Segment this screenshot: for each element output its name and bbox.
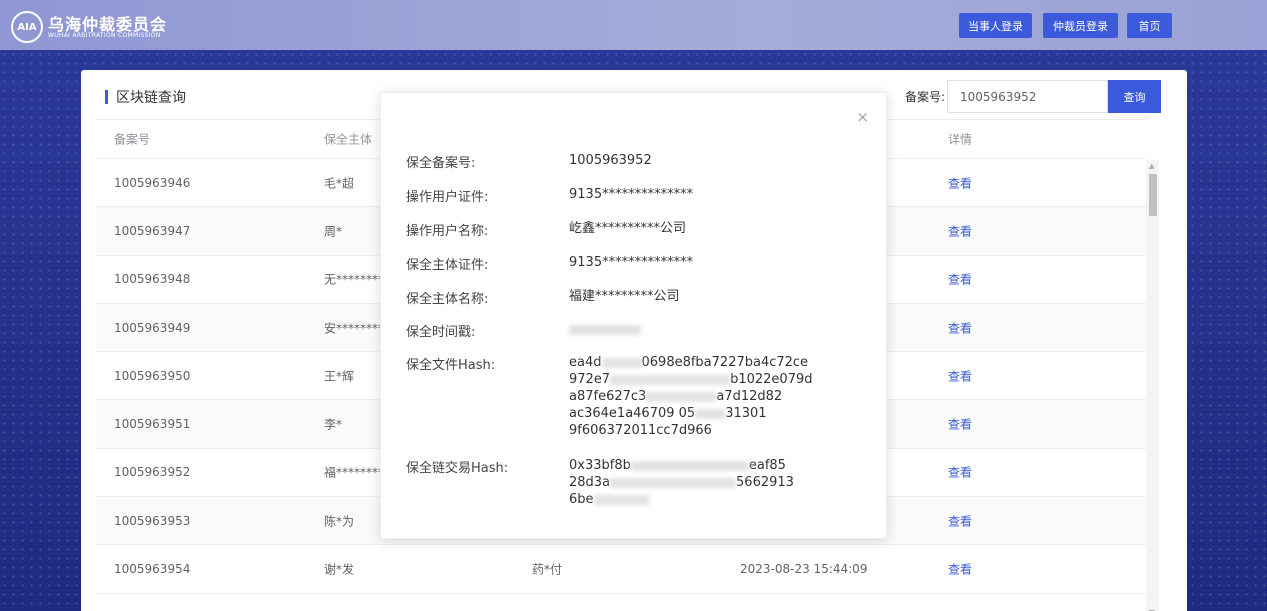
scroll-thumb[interactable] [1149, 174, 1157, 216]
field-label-operator-id: 操作用户证件: [406, 190, 489, 205]
subject-cell: 毛*超 [324, 176, 355, 191]
field-label-subject-name: 保全主体名称: [406, 292, 489, 307]
hash-line: ac364e1a46709 05 31301 [569, 406, 767, 421]
subject-cell: 王*辉 [324, 369, 355, 384]
record-id-cell: 1005963948 [114, 272, 191, 287]
field-label-subject-id: 保全主体证件: [406, 258, 489, 273]
field-label-chain-hash: 保全链交易Hash: [406, 461, 509, 476]
record-id-cell: 1005963949 [114, 320, 191, 335]
panel-title: 区块链查询 [105, 87, 186, 107]
scroll-up-arrow-icon[interactable]: ▲ [1149, 162, 1154, 170]
close-icon[interactable]: × [856, 108, 869, 126]
record-id-cell: 1005963950 [114, 368, 191, 383]
operator-cell: 药*付 [532, 562, 563, 577]
view-detail-link[interactable]: 查看 [948, 174, 972, 191]
subject-cell: 谢*发 [324, 562, 355, 577]
field-label-operator-name: 操作用户名称: [406, 224, 489, 239]
field-value-operator-id: 9135************** [569, 187, 694, 202]
field-label-file-hash: 保全文件Hash: [406, 358, 496, 373]
hash-line: 28d3a 5662913 [569, 475, 794, 490]
view-detail-link[interactable]: 查看 [948, 222, 972, 239]
panel-title-text: 区块链查询 [116, 90, 186, 106]
record-id-cell: 1005963953 [114, 513, 191, 528]
record-id-cell: 1005963954 [114, 562, 191, 577]
top-header: AIA 乌海仲裁委员会 WUHAI ARBITRATION COMMISSION… [0, 0, 1267, 50]
subject-cell: 周* [324, 224, 343, 239]
hash-line: a87fe627c3 a7d12d82 [569, 389, 783, 404]
arbitrator-login-button[interactable]: 仲裁员登录 [1043, 13, 1118, 38]
record-detail-dialog: × 保全备案号: 1005963952 操作用户证件: 9135********… [380, 92, 887, 539]
view-detail-link[interactable]: 查看 [948, 367, 972, 384]
field-label-record-number: 保全备案号: [406, 156, 476, 171]
column-header-detail: 详情 [948, 132, 973, 147]
field-value-operator-name: 屹鑫**********公司 [569, 221, 687, 236]
table-row: 1005963954 谢*发 药*付 2023-08-23 15:44:09 查看 [96, 545, 1146, 594]
field-value-file-hash: ea4d 0698e8fba7227ba4c72ce 972e7 b1022e079… [569, 354, 813, 439]
record-number-input[interactable] [947, 80, 1108, 113]
view-detail-link[interactable]: 查看 [948, 271, 972, 288]
field-value-timestamp [569, 321, 641, 338]
home-button[interactable]: 首页 [1127, 13, 1172, 38]
view-detail-link[interactable]: 查看 [948, 464, 972, 481]
hash-line: 9f606372011cc7d966 [569, 423, 712, 438]
site-subtitle: WUHAI ARBITRATION COMMISSION [48, 32, 161, 39]
title-accent-bar [105, 90, 108, 104]
redacted-timestamp [569, 324, 641, 335]
column-header-id: 备案号 [114, 132, 151, 147]
hash-line: 6be [569, 491, 794, 508]
hash-line: 0x33bf8b eaf85 [569, 458, 786, 473]
search-button[interactable]: 查询 [1108, 80, 1161, 113]
subject-cell: 李* [324, 417, 343, 432]
field-value-chain-hash: 0x33bf8b eaf85 28d3a 5662913 6be [569, 457, 794, 508]
view-detail-link[interactable]: 查看 [948, 512, 972, 529]
search-label: 备案号: [905, 90, 946, 104]
record-id-cell: 1005963952 [114, 465, 191, 480]
field-value-record-number: 1005963952 [569, 153, 652, 168]
record-id-cell: 1005963946 [114, 175, 191, 190]
table-scrollbar[interactable]: ▲ ▼ [1146, 160, 1159, 611]
hash-line: 972e7 b1022e079d [569, 372, 813, 387]
field-value-subject-id: 9135************** [569, 255, 694, 270]
view-detail-link[interactable]: 查看 [948, 416, 972, 433]
column-header-subject: 保全主体 [324, 132, 373, 147]
time-cell: 2023-08-23 15:44:09 [740, 562, 868, 577]
field-label-timestamp: 保全时间戳: [406, 325, 476, 340]
subject-cell: 陈*为 [324, 514, 355, 529]
record-id-cell: 1005963947 [114, 223, 191, 238]
party-login-button[interactable]: 当事人登录 [959, 13, 1032, 38]
view-detail-link[interactable]: 查看 [948, 561, 972, 578]
logo-icon: AIA [11, 11, 43, 43]
hash-line: ea4d 0698e8fba7227ba4c72ce [569, 355, 809, 370]
field-value-subject-name: 福建*********公司 [569, 289, 680, 304]
record-id-cell: 1005963951 [114, 417, 191, 432]
view-detail-link[interactable]: 查看 [948, 319, 972, 336]
